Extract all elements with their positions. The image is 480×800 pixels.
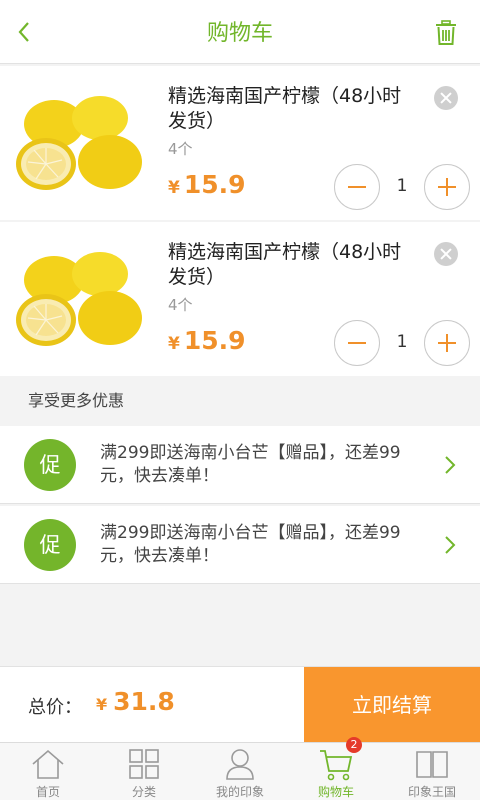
product-price: ¥15.9: [168, 326, 246, 355]
promotion-text: 满299即送海南小台芒【赠品】，还差99元，快去凑单！: [100, 523, 401, 566]
cart-item: 精选海南国产柠檬（48小时发货） 4个 ¥15.9 1: [0, 222, 480, 376]
tab-label: 购物车: [317, 785, 354, 799]
chevron-right-icon: [445, 536, 456, 554]
bottom-tab-bar: 首页 分类 我的印象 2 购物车 印象王国: [0, 737, 480, 800]
product-spec: 4个: [168, 140, 193, 158]
promotion-text: 满299即送海南小台芒【赠品】，还差99元，快去凑单！: [100, 443, 401, 486]
remove-item-button[interactable]: [434, 242, 458, 266]
tab-label: 首页: [35, 785, 60, 799]
total-price: ¥31.8: [96, 687, 175, 716]
price-value: 15.9: [183, 170, 246, 199]
increase-quantity-button[interactable]: [424, 320, 470, 366]
lemon-product-image[interactable]: [16, 240, 144, 358]
tab-label: 印象王国: [407, 785, 456, 799]
product-spec: 4个: [168, 296, 193, 314]
promotion-row[interactable]: 促 满299即送海南小台芒【赠品】，还差99元，快去凑单！: [0, 506, 480, 584]
product-name[interactable]: 精选海南国产柠檬（48小时发货）: [168, 84, 418, 134]
tab-profile[interactable]: 我的印象: [192, 743, 288, 800]
page-title: 购物车: [206, 21, 273, 46]
promotion-row[interactable]: 促 满299即送海南小台芒【赠品】，还差99元，快去凑单！: [0, 426, 480, 504]
top-bar: 购物车: [0, 0, 480, 64]
quantity-value: 1: [396, 332, 408, 352]
tab-label: 我的印象: [215, 785, 264, 799]
decrease-quantity-button[interactable]: [334, 164, 380, 210]
cart-icon: [320, 750, 353, 781]
price-value: 15.9: [183, 326, 246, 355]
tab-cart[interactable]: 2 购物车: [288, 737, 384, 800]
currency-symbol: ¥: [168, 178, 180, 198]
delete-button[interactable]: [432, 18, 460, 48]
cart-count-badge: 2: [346, 737, 362, 753]
home-icon: [32, 749, 64, 779]
checkout-button[interactable]: 立即结算: [304, 667, 480, 743]
chevron-right-icon: [445, 456, 456, 474]
minus-icon: [348, 342, 366, 344]
tab-kingdom[interactable]: 印象王国: [384, 743, 480, 800]
cart-item: 精选海南国产柠檬（48小时发货） 4个 ¥15.9 1: [0, 66, 480, 220]
lemon-product-image[interactable]: [16, 84, 144, 202]
book-icon: [416, 751, 448, 778]
total-label: 总价：: [28, 697, 82, 718]
product-name[interactable]: 精选海南国产柠檬（48小时发货）: [168, 240, 418, 290]
plus-icon-vertical: [446, 334, 448, 352]
quantity-value: 1: [396, 176, 408, 196]
currency-symbol: ¥: [168, 334, 180, 354]
grid-icon: [129, 749, 159, 779]
currency-symbol: ¥: [96, 695, 108, 714]
user-icon: [226, 749, 254, 780]
decrease-quantity-button[interactable]: [334, 320, 380, 366]
promotion-badge: 促: [24, 519, 76, 571]
tab-category[interactable]: 分类: [96, 743, 192, 800]
remove-item-button[interactable]: [434, 86, 458, 110]
trash-icon: [436, 20, 456, 45]
checkout-bar: 总价： ¥31.8 立即结算: [0, 666, 480, 743]
promotion-badge: 促: [24, 439, 76, 491]
tab-label: 分类: [131, 785, 156, 799]
plus-icon-vertical: [446, 178, 448, 196]
minus-icon: [348, 186, 366, 188]
total-value: 31.8: [113, 687, 175, 716]
product-price: ¥15.9: [168, 170, 246, 199]
tab-home[interactable]: 首页: [0, 743, 96, 800]
increase-quantity-button[interactable]: [424, 164, 470, 210]
promotions-heading: 享受更多优惠: [0, 378, 480, 424]
